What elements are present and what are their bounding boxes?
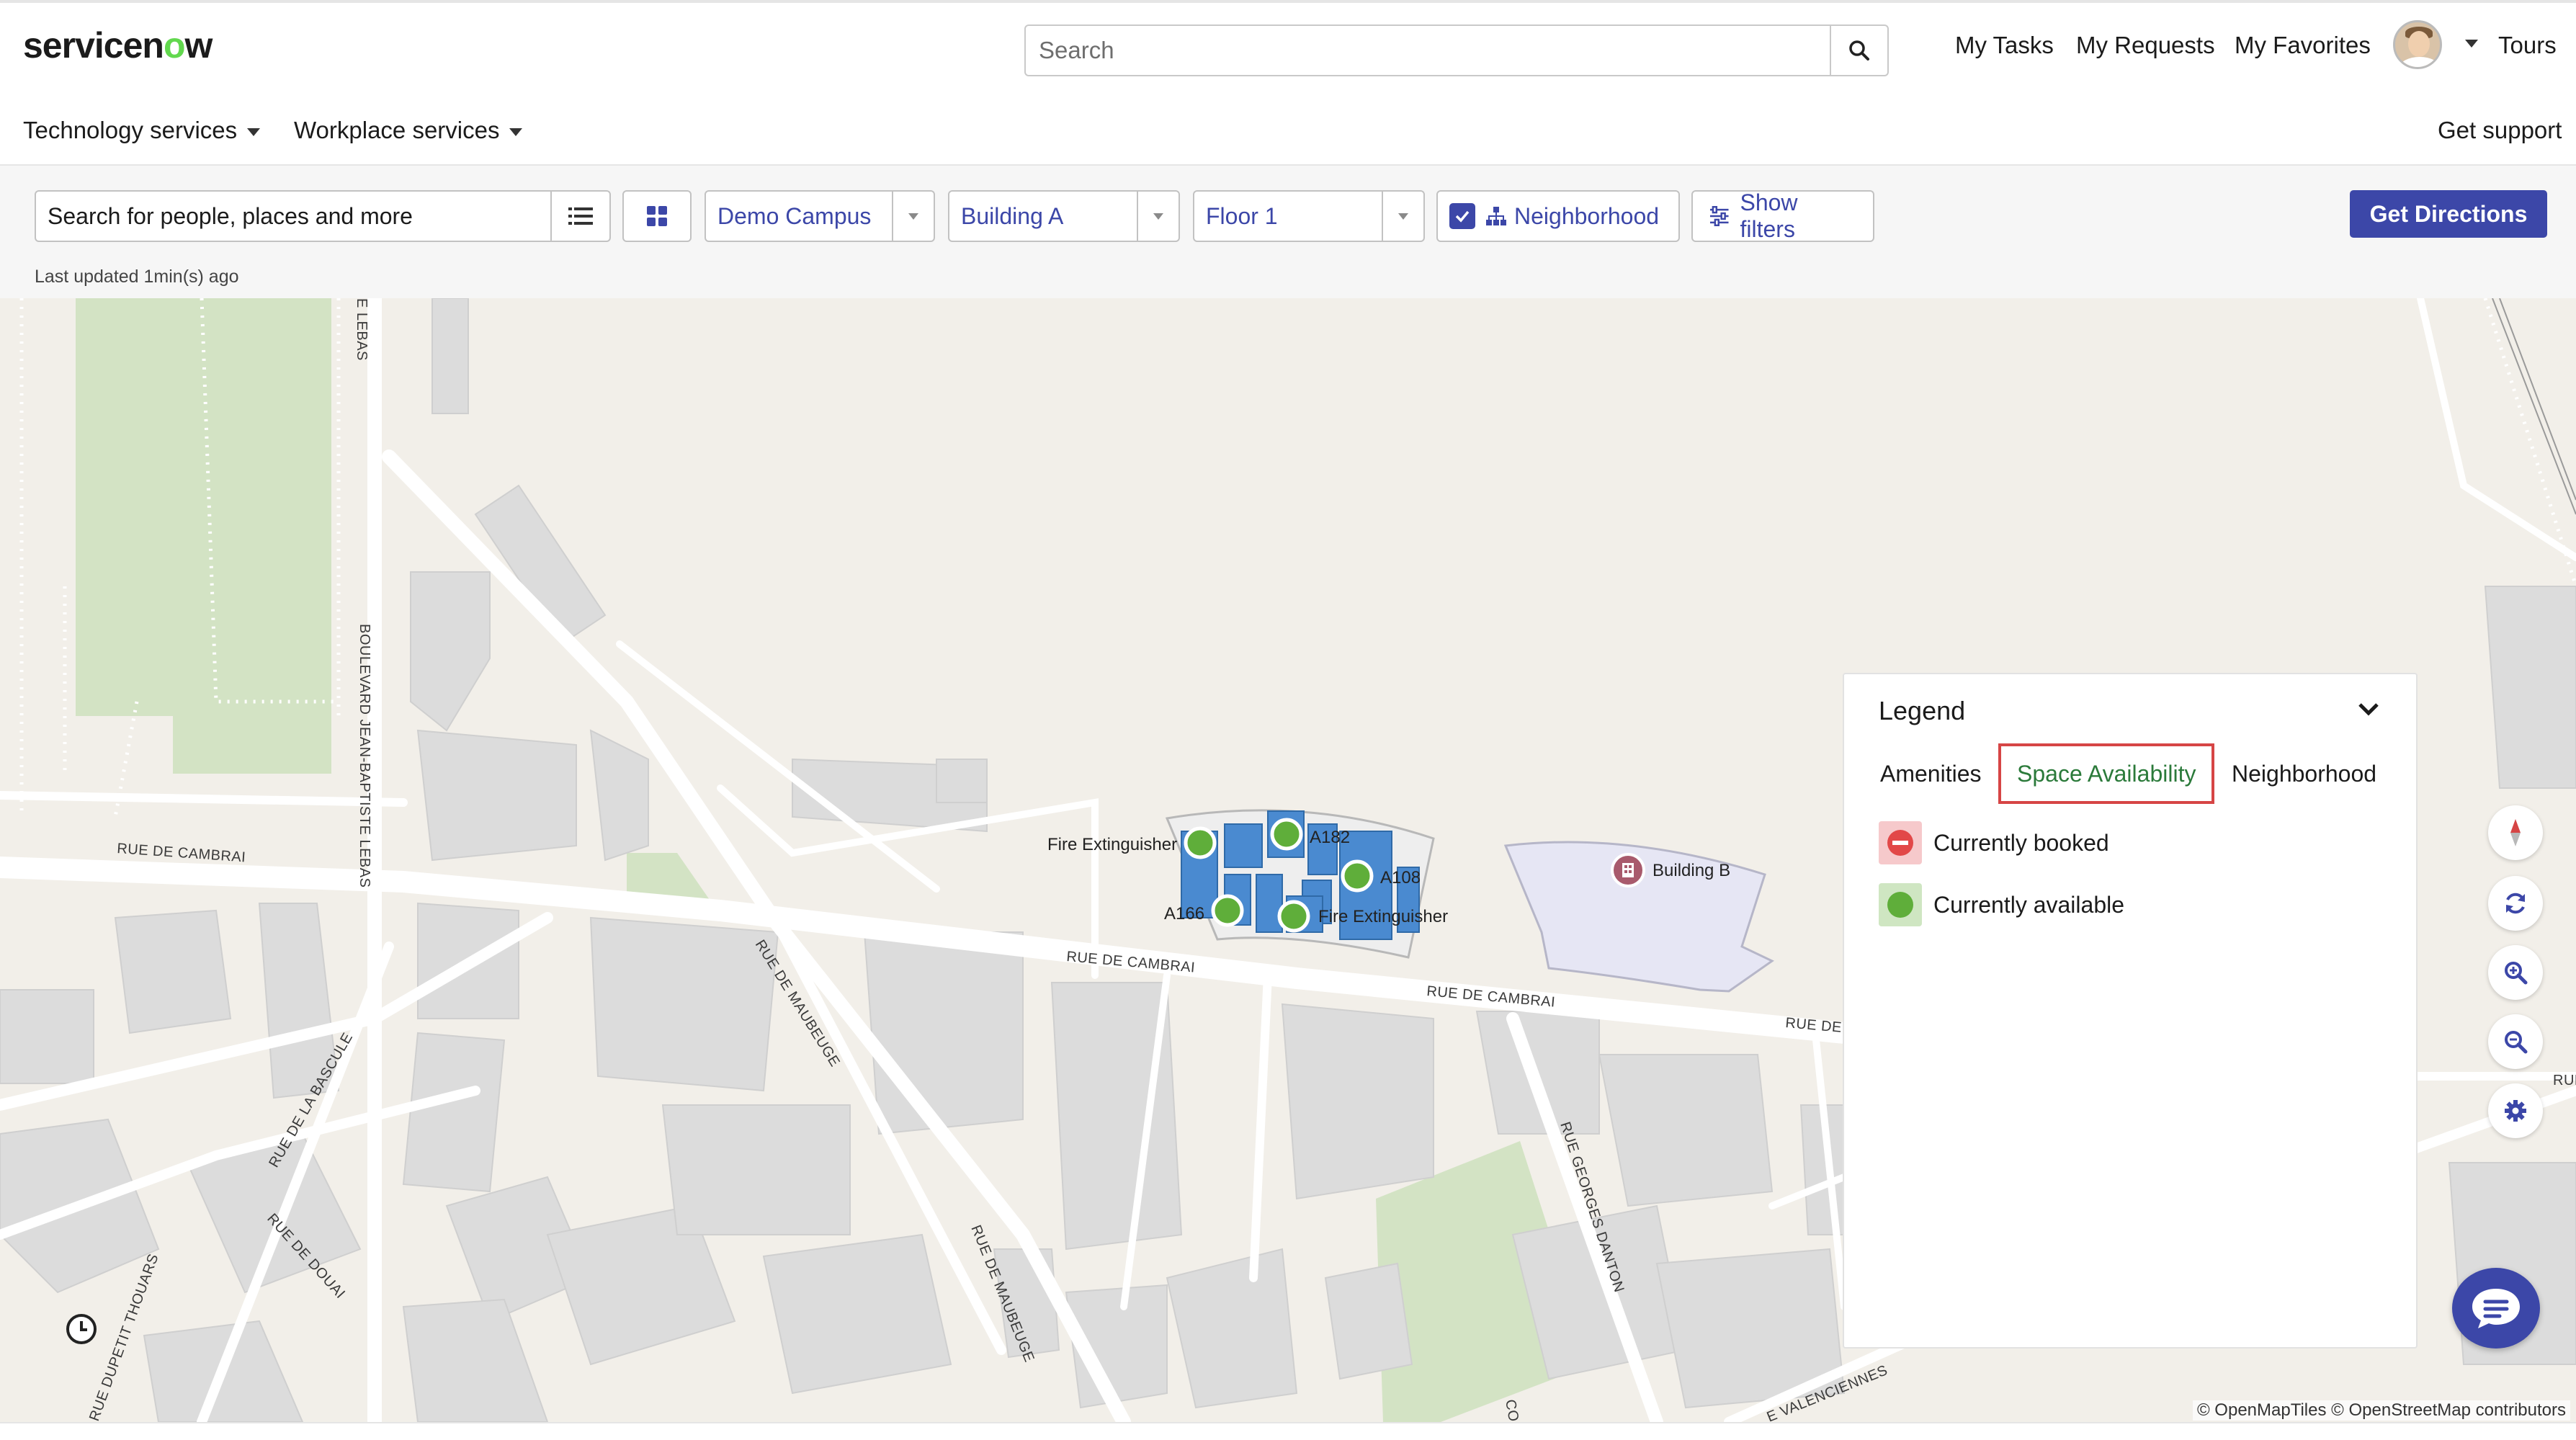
building-b-pin bbox=[1611, 853, 1645, 887]
people-places-search-input[interactable] bbox=[36, 192, 550, 241]
nav-my-favorites[interactable]: My Favorites bbox=[2235, 32, 2371, 59]
rail-lines bbox=[2492, 298, 2576, 515]
map-label-room: A182 bbox=[1310, 828, 1350, 847]
chevron-down-icon bbox=[2465, 40, 2478, 48]
last-updated-text: Last updated 1min(s) ago bbox=[35, 267, 239, 287]
show-filters-button[interactable]: Show filters bbox=[1691, 189, 1874, 242]
list-view-button[interactable] bbox=[550, 192, 609, 241]
legend-title: Legend bbox=[1879, 696, 1966, 725]
compass-icon bbox=[2510, 819, 2521, 846]
servicenow-logo[interactable]: servicenow bbox=[23, 24, 213, 66]
booked-icon bbox=[1887, 830, 1913, 856]
booked-swatch bbox=[1879, 821, 1922, 864]
grid-icon bbox=[647, 206, 667, 226]
legend-item-available: Currently available bbox=[1879, 883, 2124, 926]
available-marker bbox=[1184, 826, 1217, 859]
chevron-down-icon bbox=[247, 128, 261, 136]
floor-select-value: Floor 1 bbox=[1206, 202, 1278, 229]
campus-dropdown-arrow[interactable] bbox=[892, 192, 934, 241]
checkbox-icon[interactable] bbox=[1449, 203, 1475, 229]
people-places-search bbox=[35, 190, 611, 242]
show-filters-label: Show filters bbox=[1740, 189, 1798, 242]
building-select[interactable]: Building A bbox=[948, 190, 1180, 242]
bottom-bar bbox=[0, 1422, 2576, 1440]
available-marker bbox=[1277, 900, 1310, 933]
map-label-building: Building B bbox=[1653, 861, 1730, 880]
zoom-in-button[interactable] bbox=[2488, 945, 2543, 1000]
search-button[interactable] bbox=[1830, 26, 1887, 75]
avatar[interactable] bbox=[2393, 20, 2442, 69]
nav-tours[interactable]: Tours bbox=[2498, 32, 2557, 59]
chat-button[interactable] bbox=[2452, 1268, 2540, 1349]
refresh-button[interactable] bbox=[2488, 876, 2543, 931]
map-label-room: A108 bbox=[1380, 868, 1421, 887]
nav-my-tasks[interactable]: My Tasks bbox=[1955, 32, 2054, 59]
map-toolbar: Demo Campus Building A Floor 1 Neighborh… bbox=[0, 164, 2576, 298]
street-label: E LEBAS bbox=[354, 298, 370, 361]
floor-select[interactable]: Floor 1 bbox=[1193, 190, 1425, 242]
sliders-icon bbox=[1709, 206, 1729, 226]
zoom-in-icon bbox=[2505, 962, 2528, 985]
chat-icon bbox=[2472, 1289, 2520, 1328]
available-marker bbox=[1211, 894, 1244, 927]
street-label: CO bbox=[1502, 1398, 1521, 1422]
get-support-link[interactable]: Get support bbox=[2438, 117, 2562, 144]
compass-button[interactable] bbox=[2488, 805, 2543, 860]
map-label-fire-extinguisher: Fire Extinguisher bbox=[1318, 907, 1448, 926]
search-icon bbox=[1849, 40, 1869, 61]
chevron-down-icon bbox=[509, 128, 523, 136]
legend-item-booked: Currently booked bbox=[1879, 821, 2109, 864]
legend-collapse-button[interactable] bbox=[2357, 702, 2380, 721]
map-attribution[interactable]: © OpenMapTiles © OpenStreetMap contribut… bbox=[2192, 1400, 2570, 1421]
legend-item-label: Currently available bbox=[1933, 891, 2125, 918]
tab-space-availability[interactable]: Space Availability bbox=[1998, 743, 2215, 804]
gear-icon bbox=[2505, 1100, 2526, 1122]
zoom-out-icon bbox=[2505, 1031, 2528, 1054]
grid-view-button[interactable] bbox=[622, 190, 692, 242]
get-directions-button[interactable]: Get Directions bbox=[2350, 190, 2547, 238]
map-label-room: A166 bbox=[1164, 904, 1204, 924]
legend-item-label: Currently booked bbox=[1933, 829, 2109, 856]
tab-neighborhood[interactable]: Neighborhood bbox=[2232, 743, 2376, 804]
available-marker bbox=[1341, 859, 1374, 893]
zoom-out-button[interactable] bbox=[2488, 1014, 2543, 1069]
clock-icon[interactable] bbox=[66, 1314, 97, 1344]
legend-panel: Legend Amenities Space Availability Neig… bbox=[1843, 673, 2418, 1349]
hierarchy-icon bbox=[1486, 207, 1506, 225]
available-icon bbox=[1887, 892, 1913, 918]
nav-my-requests[interactable]: My Requests bbox=[2076, 32, 2215, 59]
global-search-input[interactable] bbox=[1026, 26, 1830, 75]
campus-select[interactable]: Demo Campus bbox=[705, 190, 935, 242]
refresh-icon bbox=[2506, 893, 2525, 914]
street-label: RUE bbox=[2553, 1073, 2576, 1088]
tab-amenities[interactable]: Amenities bbox=[1880, 743, 1982, 804]
neighborhood-label: Neighborhood bbox=[1514, 202, 1660, 229]
avatar-menu-caret[interactable] bbox=[2455, 37, 2478, 50]
map-label-fire-extinguisher: Fire Extinguisher bbox=[1047, 835, 1177, 854]
top-header: servicenow My Tasks My Requests My Favor… bbox=[0, 0, 2576, 164]
floor-dropdown-arrow[interactable] bbox=[1382, 192, 1423, 241]
park-area bbox=[76, 298, 331, 774]
building-dropdown-arrow[interactable] bbox=[1137, 192, 1179, 241]
menu-workplace-services[interactable]: Workplace services bbox=[294, 117, 523, 144]
global-search bbox=[1024, 24, 1889, 76]
building-select-value: Building A bbox=[961, 202, 1064, 229]
available-swatch bbox=[1879, 883, 1922, 926]
campus-select-value: Demo Campus bbox=[717, 202, 872, 229]
available-marker bbox=[1270, 818, 1303, 851]
list-icon bbox=[568, 207, 593, 225]
street-label: BOULEVARD JEAN-BAPTISTE LEBAS bbox=[357, 624, 372, 887]
settings-button[interactable] bbox=[2488, 1083, 2543, 1138]
neighborhood-toggle[interactable]: Neighborhood bbox=[1436, 190, 1680, 242]
chevron-down-icon bbox=[2358, 703, 2379, 716]
menu-technology-services[interactable]: Technology services bbox=[23, 117, 261, 144]
